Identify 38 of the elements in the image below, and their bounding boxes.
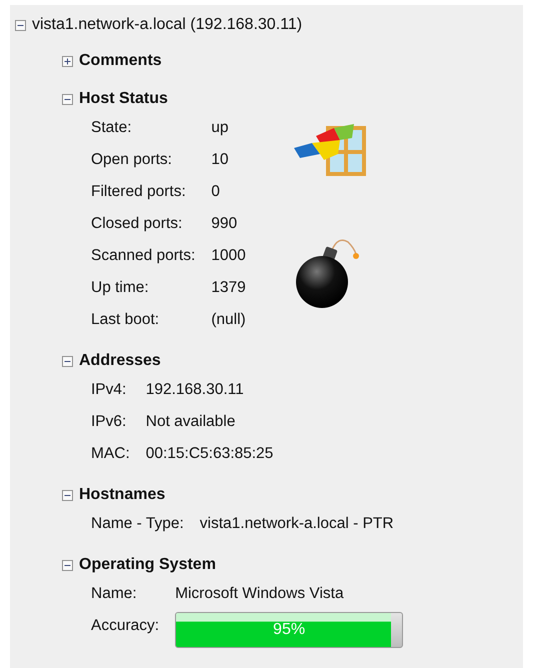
field-label: IPv6:	[91, 413, 126, 431]
collapse-icon[interactable]	[15, 20, 26, 30]
field-label: IPv4:	[91, 381, 126, 399]
field-label: MAC:	[91, 445, 130, 463]
collapse-icon[interactable]	[62, 490, 73, 500]
field-label: Up time:	[91, 279, 149, 297]
section-title: Addresses	[79, 352, 161, 370]
accuracy-value: 95%	[272, 620, 306, 640]
field-label: Scanned ports:	[91, 247, 196, 265]
field-value: up	[211, 119, 229, 137]
field-value: 1000	[211, 247, 246, 265]
field-value: 10	[211, 151, 229, 169]
field-label: Filtered ports:	[91, 183, 186, 201]
field-label: Open ports:	[91, 151, 172, 169]
field-value: Not available	[146, 413, 236, 431]
section-title: Host Status	[79, 90, 168, 108]
field-label: Name - Type:	[91, 515, 184, 533]
collapse-icon[interactable]	[62, 94, 73, 104]
section-title: Operating System	[79, 556, 216, 574]
field-label: State:	[91, 119, 132, 137]
section-title: Hostnames	[79, 486, 166, 504]
field-label: Name:	[91, 585, 137, 603]
field-value: 1379	[211, 279, 246, 297]
field-value: 192.168.30.11	[146, 381, 244, 399]
field-label: Closed ports:	[91, 215, 182, 233]
field-value: 990	[211, 215, 238, 233]
field-value: vista1.network-a.local - PTR	[200, 515, 394, 533]
collapse-icon[interactable]	[62, 356, 73, 366]
field-label: Accuracy:	[91, 617, 160, 635]
field-value: Microsoft Windows Vista	[175, 585, 344, 603]
field-value: 00:15:C5:63:85:25	[146, 445, 274, 463]
collapse-icon[interactable]	[62, 560, 73, 570]
host-label: vista1.network-a.local (192.168.30.11)	[32, 16, 302, 34]
field-label: Last boot:	[91, 311, 160, 329]
expand-icon[interactable]	[62, 56, 73, 66]
section-title: Comments	[79, 52, 162, 70]
field-value: (null)	[211, 311, 246, 329]
field-value: 0	[211, 183, 220, 201]
